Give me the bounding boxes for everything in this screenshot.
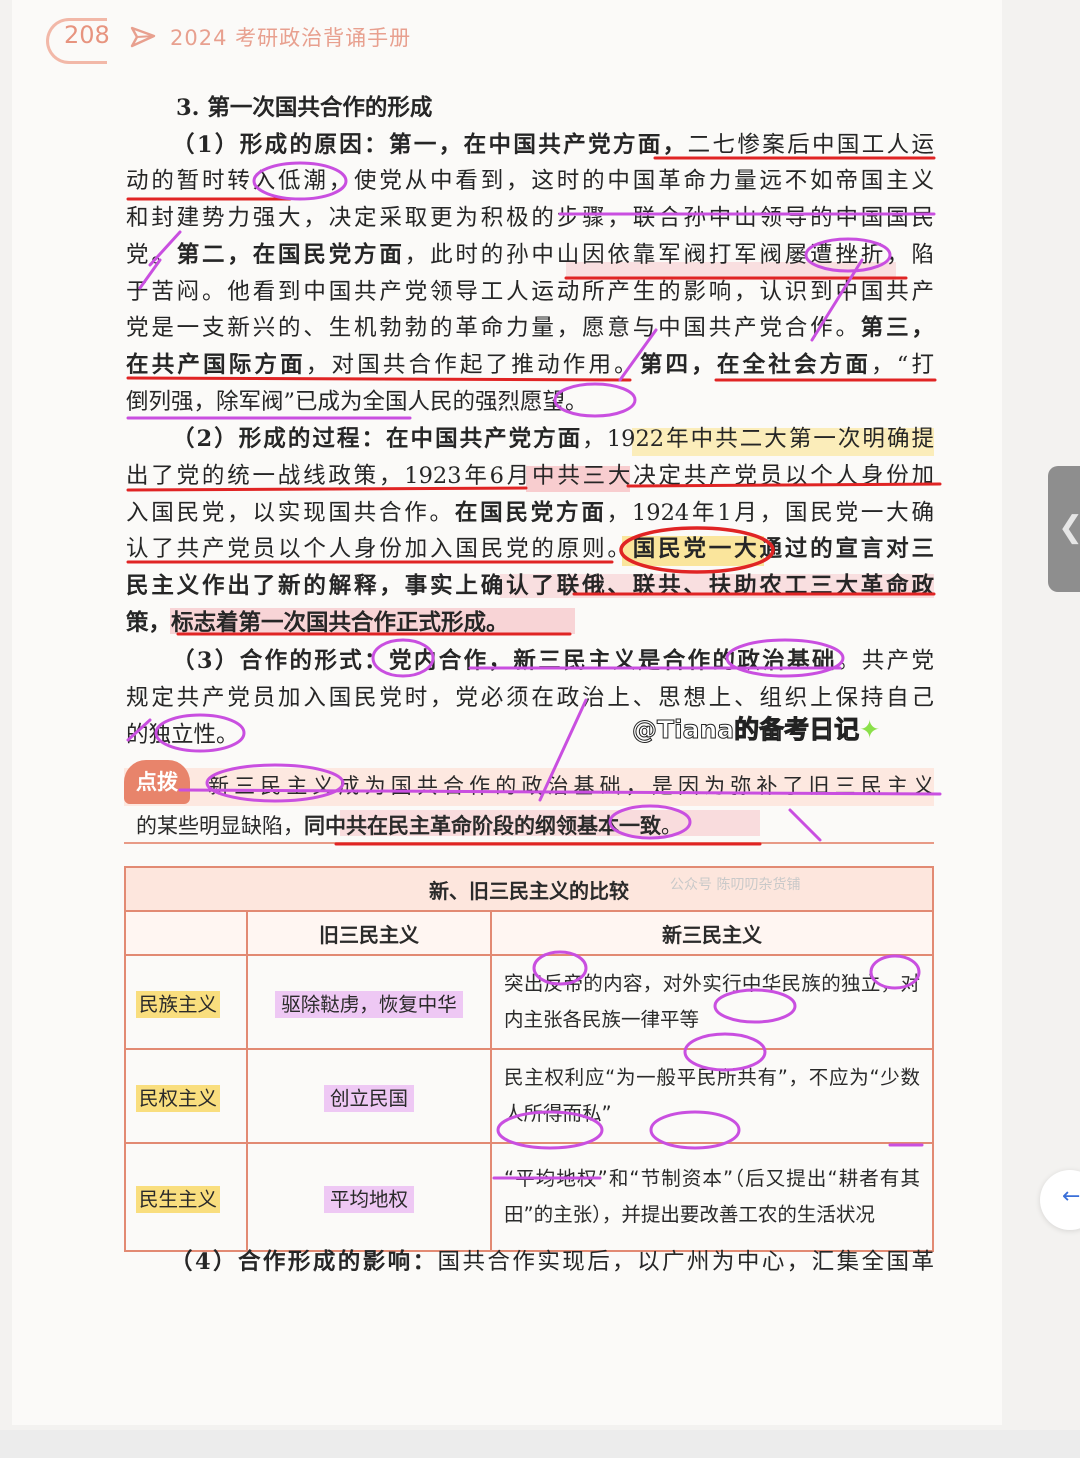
text-line: 动的暂时转入低潮，使党从中看到，这时的中国革命力量远不如帝国主义: [126, 163, 934, 199]
viewer-bottom-strip: [0, 1430, 1080, 1458]
row-name: 民族主义: [124, 954, 248, 1050]
bold-span: 在国民党方面: [454, 500, 607, 526]
text-line: 党是一支新兴的、生机勃勃的革命力量，愿意与中国共产党合作。第三，: [126, 310, 934, 346]
text-span: 党是一支新兴的、生机勃勃的革命力量，愿意与中国共产党合作。: [126, 315, 861, 341]
text-span: 认了共产党员以个人身份加入国民党的原则。: [126, 536, 633, 562]
bold-span: 国民党一大通过的宣言对三: [632, 536, 934, 562]
credit-text: @Tiana的备考日记: [631, 715, 860, 745]
paper-plane-icon: [130, 26, 156, 48]
tip-divider: [124, 842, 934, 844]
text-span: 党。: [126, 242, 177, 268]
back-button[interactable]: ←: [1040, 1170, 1080, 1230]
text-line: （3）合作的形式：党内合作，新三民主义是合作的政治基础。共产党: [172, 643, 934, 679]
tip-line-2-text: 的某些明显缺陷，: [136, 814, 304, 838]
tip-line-2: 的某些明显缺陷，同中共在民主革命阶段的纲领基本一致。: [136, 808, 916, 844]
bold-span: （2）形成的过程：在中国共产党方面: [172, 426, 583, 452]
row-new: 民主权利应“为一般平民所共有”，不应为“少数人所得而私”: [490, 1048, 934, 1144]
bold-span: （1）形成的原因：第一，在中国共产党方面，: [172, 132, 688, 158]
text-span: 的独立性。: [126, 722, 239, 748]
text-span: 二七惨案后中国工人运: [687, 132, 934, 158]
text-span: 于苦闷。他看到中国共产党领导工人运动所产生的影响，认识到中国共产: [126, 279, 934, 305]
bottom-paragraph: （4）合作形成的影响：国共合作实现后，以广州为中心，汇集全国革: [170, 1244, 934, 1280]
row-name: 民权主义: [124, 1048, 248, 1144]
watermark: 公众号 陈叨叨杂货铺: [670, 877, 801, 893]
text-line: 倒列强，除军阀”已成为全国人民的强烈愿望。: [126, 384, 934, 420]
bottom-prefix: （4）合作形成的影响：: [170, 1249, 438, 1275]
chevron-left-icon: ❮: [1058, 510, 1080, 545]
row-new: 突出反帝的内容，对外实行中华民族的独立，对内主张各民族一律平等: [490, 954, 934, 1050]
row-new: “平均地权”和“节制资本”（后又提出“耕者有其田”的主张），并提出要改善工农的生…: [490, 1142, 934, 1252]
sparkle-icon: ✦: [859, 715, 881, 744]
table-row: 民族主义 驱除鞑虏，恢复中华 突出反帝的内容，对外实行中华民族的独立，对内主张各…: [124, 954, 934, 1050]
text-span: 出了党的统一战线政策，1923年6月中共三大决定共产党员以个人身份加: [126, 463, 934, 489]
bold-span: 第二，在国民党方面: [176, 242, 405, 268]
row-old: 平均地权: [246, 1142, 492, 1252]
text-span: 动的暂时转入低潮，使党从中看到，这时的中国革命力量远不如帝国主义: [126, 168, 934, 194]
section-title: 3. 第一次国共合作的形成: [176, 95, 433, 121]
tip-line-2-end: 。: [661, 814, 682, 838]
comparison-table: 新、旧三民主义的比较 旧三民主义 新三民主义 民族主义 驱除鞑虏，恢复中华 突出…: [124, 866, 934, 1252]
text-line: 于苦闷。他看到中国共产党领导工人运动所产生的影响，认识到中国共产: [126, 274, 934, 310]
bold-span: 民主义作出了新的解释，事实上确认了联俄、联共、扶助农工三大革命政: [126, 573, 934, 599]
page-number: 208: [64, 21, 110, 49]
text-span: ，1924年1月，国民党一大确: [606, 500, 934, 526]
tip-badge: 点拨: [124, 760, 190, 804]
text-line: （2）形成的过程：在中国共产党方面，1922年中共二大第一次明确提: [172, 421, 934, 457]
text-line: 出了党的统一战线政策，1923年6月中共三大决定共产党员以个人身份加: [126, 458, 934, 494]
tip-box: 点拨 新三民主义成为国共合作的政治基础，是因为弥补了旧三民主义 的某些明显缺陷，…: [124, 760, 934, 844]
bold-span: 在共产国际方面: [126, 352, 306, 378]
credit-watermark: @Tiana的备考日记✦: [631, 710, 881, 750]
text-span: ，对国共合作起了推动作用。: [305, 352, 640, 378]
bold-span: 策，标志着第一次国共合作正式形成。: [126, 610, 509, 636]
row-name: 民生主义: [124, 1142, 248, 1252]
row-old: 创立民国: [246, 1048, 492, 1144]
text-line: 认了共产党员以个人身份加入国民党的原则。国民党一大通过的宣言对三: [126, 531, 934, 567]
text-line: （1）形成的原因：第一，在中国共产党方面，二七惨案后中国工人运: [172, 127, 934, 163]
text-line: 民主义作出了新的解释，事实上确认了联俄、联共、扶助农工三大革命政: [126, 568, 934, 604]
text-span: 规定共产党员加入国民党时，党必须在政治上、思想上、组织上保持自己: [126, 685, 934, 711]
text-span: ，1922年中共二大第一次明确提: [582, 426, 935, 452]
table-caption: 新、旧三民主义的比较: [124, 866, 934, 912]
table-row: 民生主义 平均地权 “平均地权”和“节制资本”（后又提出“耕者有其田”的主张），…: [124, 1142, 934, 1252]
page-header: 208 2024 考研政治背诵手册: [46, 18, 646, 64]
text-span: ，此时的孙中山因依靠军阀打军阀屡遭挫折，陷: [404, 242, 934, 268]
text-line: 入国民党，以实现国共合作。在国民党方面，1924年1月，国民党一大确: [126, 495, 934, 531]
arrow-left-icon: ←: [1062, 1184, 1080, 1209]
bold-span: 第四，在全社会方面: [639, 352, 872, 378]
text-span: 倒列强，除军阀”已成为全国人民的强烈愿望。: [126, 389, 588, 415]
text-line: 在共产国际方面，对国共合作起了推动作用。第四，在全社会方面，“打: [126, 347, 934, 383]
table-header-new: 新三民主义: [490, 910, 934, 956]
table-row: 民权主义 创立民国 民主权利应“为一般平民所共有”，不应为“少数人所得而私”: [124, 1048, 934, 1144]
bold-span: 第三，: [860, 315, 934, 341]
text-span: 。共产党: [836, 648, 934, 674]
book-title: 2024 考研政治背诵手册: [170, 26, 412, 50]
bold-span: （3）合作的形式：党内合作，新三民主义是合作的政治基础: [172, 648, 837, 674]
text-span: 入国民党，以实现国共合作。: [126, 500, 455, 526]
text-line: 党。第二，在国民党方面，此时的孙中山因依靠军阀打军阀屡遭挫折，陷: [126, 237, 934, 273]
tip-line-2-bold: 同中共在民主革命阶段的纲领基本一致: [304, 814, 661, 838]
side-panel-handle[interactable]: ❮: [1048, 466, 1080, 592]
table-header-empty: [124, 910, 248, 956]
table-header-old: 旧三民主义: [246, 910, 492, 956]
text-span: ，“打: [871, 352, 934, 378]
text-span: 和封建势力强大，决定采取更为积极的步骤，联合孙中山领导的中国国民: [126, 205, 934, 231]
text-line: 和封建势力强大，决定采取更为积极的步骤，联合孙中山领导的中国国民: [126, 200, 934, 236]
tip-line-1: 新三民主义成为国共合作的政治基础，是因为弥补了旧三民主义: [208, 774, 934, 798]
bottom-text: 国共合作实现后，以广州为中心，汇集全国革: [437, 1249, 934, 1275]
text-line: 策，标志着第一次国共合作正式形成。: [126, 605, 934, 641]
row-old: 驱除鞑虏，恢复中华: [246, 954, 492, 1050]
